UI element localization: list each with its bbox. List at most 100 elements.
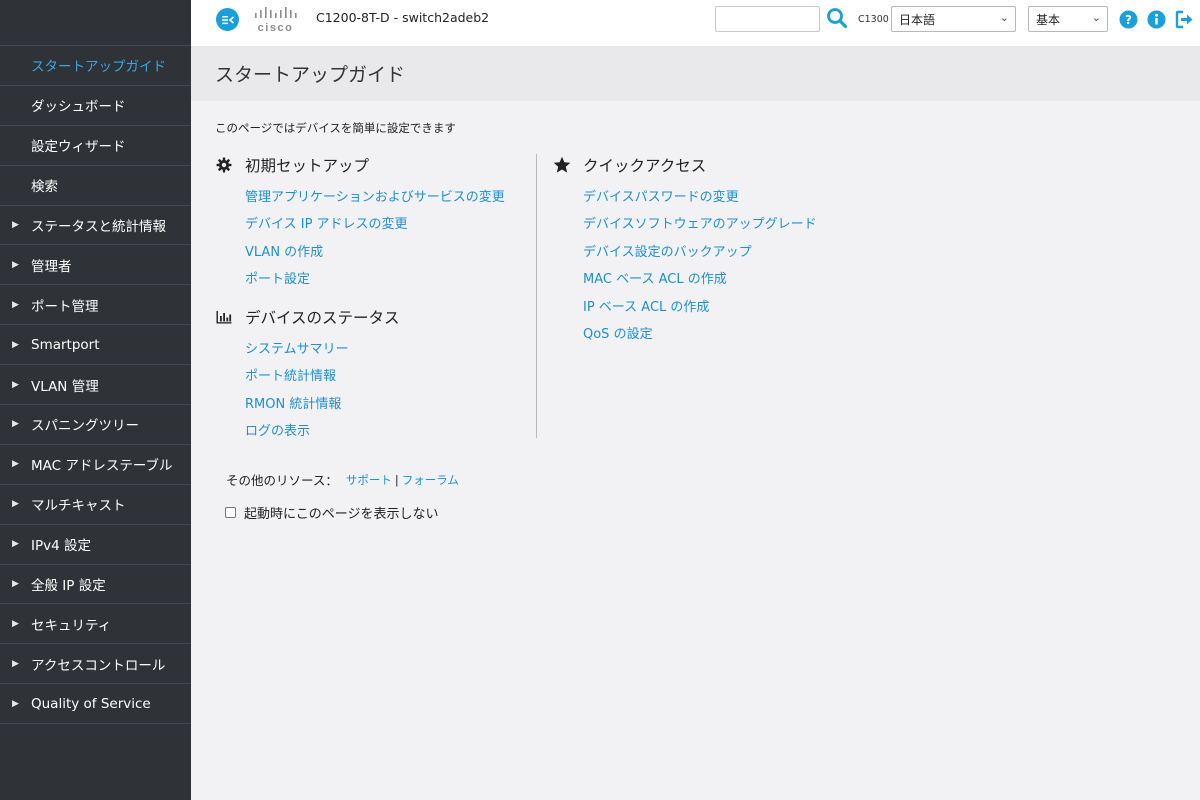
search-input[interactable] — [715, 6, 820, 32]
star-icon — [553, 156, 571, 174]
sidebar-item-label: スパニングツリー — [31, 418, 139, 435]
quick-access-links: デバイスパスワードの変更 デバイスソフトウェアのアップグレード デバイス設定のバック… — [583, 186, 817, 350]
sidebar-item[interactable]: ▶ VLAN 管理 — [0, 365, 191, 406]
sidebar-item-label: 検索 — [31, 179, 58, 196]
hide-on-startup-label: 起動時にこのページを表示しない — [244, 507, 439, 522]
sidebar-item[interactable]: ▶ 管理者 — [0, 245, 191, 286]
initial-setup-link[interactable]: VLAN の作成 — [245, 241, 505, 268]
search-icon[interactable] — [826, 7, 848, 29]
chevron-right-icon: ▶ — [12, 539, 19, 550]
chevron-down-icon: ⌄ — [999, 11, 1009, 24]
sidebar-item[interactable]: ▶ ステータスと統計情報 — [0, 206, 191, 246]
resources-label: その他のリソース： — [226, 473, 338, 488]
chevron-right-icon: ▶ — [12, 618, 19, 629]
resources-separator: | — [394, 472, 399, 487]
device-title: C1200-8T-D - switch2adeb2 — [316, 10, 490, 25]
bar-chart-icon — [215, 308, 233, 326]
chevron-right-icon: ▶ — [12, 698, 19, 709]
quick-access-link[interactable]: デバイスパスワードの変更 — [583, 186, 817, 213]
sidebar-item[interactable]: スタートアップガイド — [0, 46, 191, 86]
device-status-link[interactable]: システムサマリー — [245, 338, 349, 365]
chevron-right-icon: ▶ — [12, 658, 19, 669]
initial-setup-title: 初期セットアップ — [245, 157, 370, 175]
sidebar-item-label: Quality of Service — [31, 695, 151, 712]
sidebar-item[interactable]: 設定ウィザード — [0, 126, 191, 166]
quick-access-link[interactable]: MAC ベース ACL の作成 — [583, 268, 817, 295]
svg-text:?: ? — [1125, 13, 1132, 27]
main-content: スタートアップガイド このページではデバイスを簡単に設定できます 初期セットアッ… — [191, 46, 1200, 800]
sidebar-item-label: セキュリティ — [31, 617, 112, 634]
sidebar-item[interactable]: ▶ ポート管理 — [0, 285, 191, 326]
device-status-title: デバイスのステータス — [245, 309, 400, 327]
sidebar-item[interactable]: ダッシュボード — [0, 86, 191, 126]
support-link[interactable]: サポート — [346, 472, 392, 488]
initial-setup-heading: 初期セットアップ — [215, 154, 369, 176]
sidebar-item-label: 管理者 — [31, 258, 72, 275]
sidebar-item[interactable]: ▶ MAC アドレステーブル — [0, 445, 191, 485]
sidebar-item[interactable]: ▶ Quality of Service — [0, 684, 191, 725]
sidebar-item[interactable]: ▶ Smartport — [0, 325, 191, 366]
display-mode-select[interactable]: 基本 ⌄ — [1028, 6, 1108, 32]
device-status-link[interactable]: RMON 統計情報 — [245, 393, 349, 420]
forum-link[interactable]: フォーラム — [402, 472, 459, 488]
device-status-links: システムサマリー ポート統計情報 RMON 統計情報 ログの表示 — [245, 338, 349, 448]
sidebar-nav: スタートアップガイドダッシュボード 設定ウィザード 検索 ▶ ステータスと統計情報 ▶ 管理… — [0, 46, 191, 725]
help-icon[interactable]: ? — [1119, 10, 1138, 29]
sidebar-item-label: アクセスコントロール — [31, 657, 166, 674]
quick-access-title: クイックアクセス — [583, 157, 707, 175]
gear-icon — [215, 156, 233, 174]
sidebar-item-label: ダッシュボード — [31, 99, 126, 116]
device-status-link[interactable]: ポート統計情報 — [245, 365, 349, 392]
chevron-right-icon: ▶ — [12, 339, 19, 350]
quick-access-link[interactable]: QoS の設定 — [583, 323, 817, 350]
menu-toggle-icon[interactable] — [216, 8, 239, 31]
sidebar-item[interactable]: ▶ セキュリティ — [0, 604, 191, 645]
chevron-right-icon: ▶ — [12, 299, 19, 310]
info-icon[interactable] — [1147, 10, 1166, 29]
sidebar-item-label: ポート管理 — [31, 298, 99, 315]
sidebar-item-label: マルチキャスト — [31, 498, 126, 515]
language-select-value: 日本語 — [899, 12, 936, 27]
sidebar-item-label: 設定ウィザード — [31, 139, 126, 156]
quick-access-link[interactable]: デバイス設定のバックアップ — [583, 241, 817, 268]
hide-on-startup-checkbox[interactable]: 起動時にこのページを表示しない — [225, 503, 438, 522]
page-title: スタートアップガイド — [215, 64, 406, 86]
logout-icon[interactable] — [1175, 10, 1194, 29]
chevron-right-icon: ▶ — [12, 459, 19, 470]
display-mode-select-value: 基本 — [1036, 12, 1061, 27]
sidebar-item-label: VLAN 管理 — [31, 378, 99, 395]
intro-text: このページではデバイスを簡単に設定できます — [215, 121, 456, 135]
sidebar-item[interactable]: ▶ マルチキャスト — [0, 485, 191, 525]
chevron-right-icon: ▶ — [12, 499, 19, 510]
other-resources: その他のリソース： サポート | フォーラム — [226, 470, 459, 489]
device-status-link[interactable]: ログの表示 — [245, 420, 349, 447]
sidebar-item-label: ステータスと統計情報 — [31, 219, 166, 235]
sidebar-item-label: 全般 IP 設定 — [31, 578, 106, 595]
initial-setup-link[interactable]: ポート設定 — [245, 268, 505, 295]
chevron-right-icon: ▶ — [12, 259, 19, 270]
quick-access-link[interactable]: デバイスソフトウェアのアップグレード — [583, 213, 817, 240]
chevron-right-icon: ▶ — [12, 419, 19, 430]
cisco-logo-text: cisco — [258, 22, 294, 34]
sidebar-item[interactable]: ▶ スパニングツリー — [0, 405, 191, 445]
column-divider — [536, 154, 537, 438]
sidebar-item[interactable]: ▶ アクセスコントロール — [0, 644, 191, 685]
language-select[interactable]: 日本語 ⌄ — [891, 6, 1016, 32]
quick-access-link[interactable]: IP ベース ACL の作成 — [583, 296, 817, 323]
device-status-heading: デバイスのステータス — [215, 306, 400, 328]
sidebar-item[interactable]: ▶ IPv4 設定 — [0, 525, 191, 565]
sidebar-item-label: Smartport — [31, 336, 100, 353]
initial-setup-link[interactable]: デバイス IP アドレスの変更 — [245, 213, 505, 240]
chevron-right-icon: ▶ — [12, 220, 19, 230]
sidebar-item-label: MAC アドレステーブル — [31, 458, 173, 475]
chevron-right-icon: ▶ — [12, 379, 19, 390]
sidebar-item[interactable]: 検索 — [0, 166, 191, 206]
quick-access-heading: クイックアクセス — [553, 154, 706, 176]
checkbox-box[interactable] — [225, 507, 236, 518]
sidebar-item[interactable]: ▶ 全般 IP 設定 — [0, 565, 191, 605]
model-label: C1300 — [858, 14, 889, 25]
page-title-bar: スタートアップガイド — [191, 46, 1200, 101]
initial-setup-link[interactable]: 管理アプリケーションおよびサービスの変更 — [245, 186, 505, 213]
sidebar-top-spacer — [0, 0, 191, 46]
sidebar-item-label: IPv4 設定 — [31, 538, 91, 555]
